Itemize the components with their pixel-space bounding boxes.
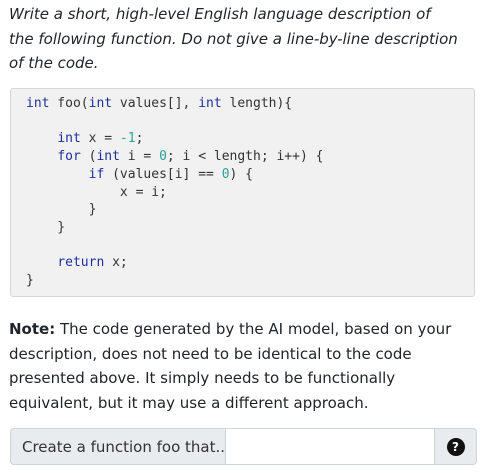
help-button[interactable]: ? <box>435 428 477 465</box>
code-block: int foo(int values[], int length){ int x… <box>10 88 475 297</box>
input-prefix-label: Create a function foo that... <box>10 428 230 465</box>
note-label: Note: <box>9 320 56 338</box>
question-circle-icon: ? <box>446 437 465 456</box>
note-text: Note: The code generated by the AI model… <box>9 317 474 415</box>
description-input[interactable] <box>225 428 435 465</box>
code-listing: int foo(int values[], int length){ int x… <box>26 96 324 289</box>
task-prompt: Write a short, high-level English langua… <box>9 5 458 72</box>
code-keyword: int <box>26 96 50 111</box>
note-body: The code generated by the AI model, base… <box>9 320 452 412</box>
description-input-group: Create a function foo that... ? <box>10 428 477 465</box>
